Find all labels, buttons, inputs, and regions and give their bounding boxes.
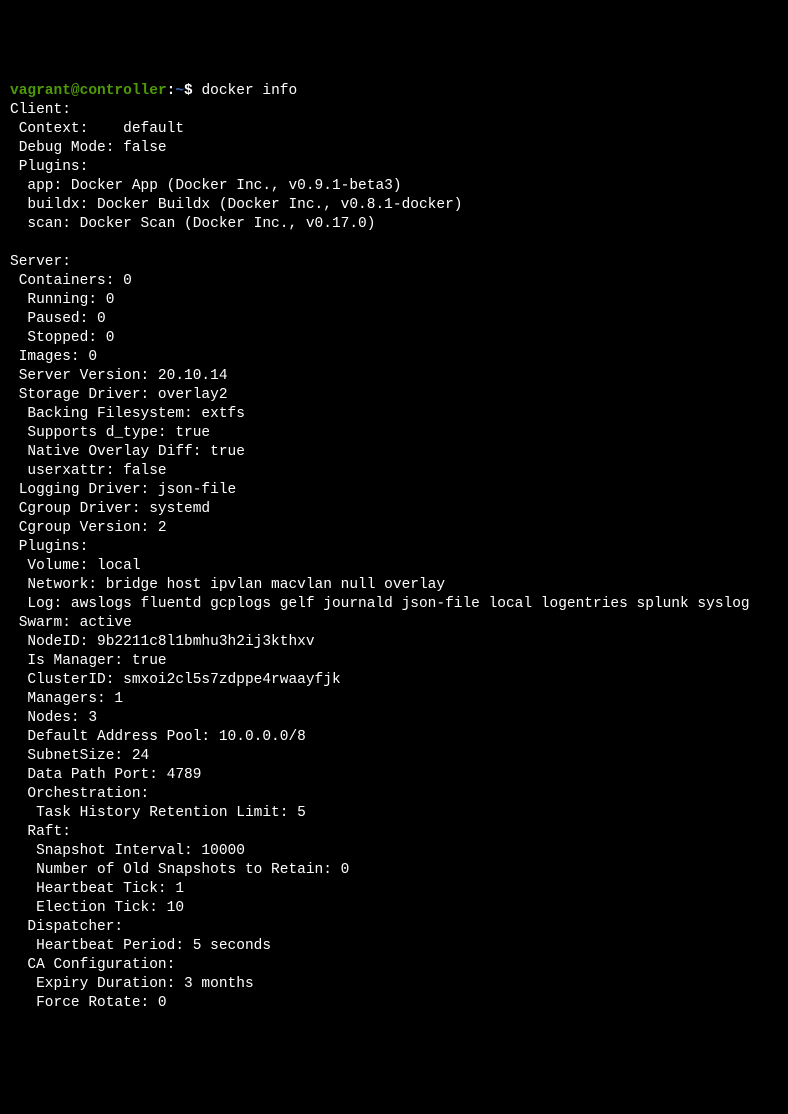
- prompt-dollar: $: [184, 83, 193, 99]
- prompt-tilde: ~: [175, 83, 184, 99]
- terminal[interactable]: vagrant@controller:~$ docker info Client…: [10, 82, 778, 1013]
- prompt-line: vagrant@controller:~$ docker info: [10, 83, 297, 99]
- terminal-output: Client: Context: default Debug Mode: fal…: [10, 101, 778, 1013]
- command-text: docker info: [193, 83, 297, 99]
- prompt-at: @: [71, 83, 80, 99]
- prompt-host: controller: [80, 83, 167, 99]
- prompt-user: vagrant: [10, 83, 71, 99]
